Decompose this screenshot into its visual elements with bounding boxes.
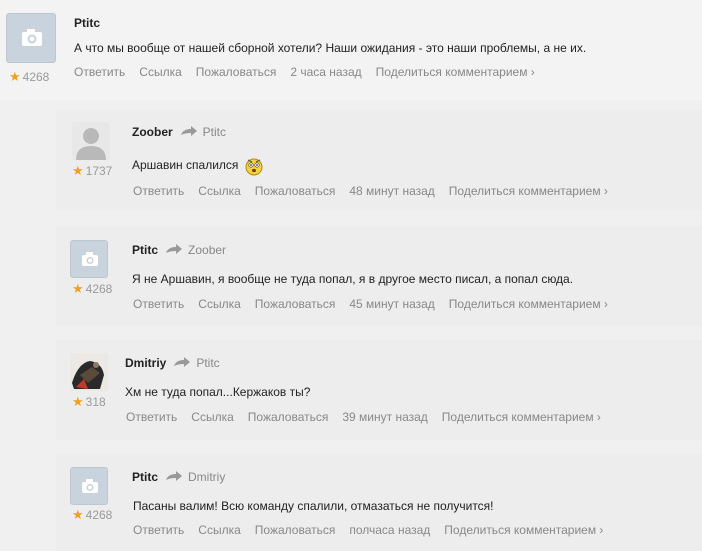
comment-text: Хм не туда попал...Кержаков ты? — [125, 385, 311, 399]
star-icon: ★ — [72, 163, 84, 178]
author-name[interactable]: Dmitriy — [125, 356, 166, 370]
author-line: Ptitc Dmitriy — [132, 470, 225, 484]
reply-link[interactable]: Ответить — [126, 410, 177, 424]
reply-link[interactable]: Ответить — [74, 65, 125, 79]
report-link[interactable]: Пожаловаться — [255, 297, 336, 311]
comment-actions: Ответить Ссылка Пожаловаться 39 минут назад… — [126, 410, 615, 424]
camera-icon — [82, 252, 98, 266]
permalink-link[interactable]: Ссылка — [198, 297, 240, 311]
timestamp: 39 минут назад — [342, 410, 428, 424]
author-name[interactable]: Ptitc — [132, 243, 158, 257]
comment: ★ 1737 Zoober Ptitc Аршавин спалился Ответ… — [56, 110, 702, 210]
comment-actions: Ответить Ссылка Пожаловаться полчаса назад П… — [133, 523, 617, 537]
comment-actions: Ответить Ссылка Пожаловаться 2 часа назад По… — [74, 65, 549, 79]
reply-link[interactable]: Ответить — [133, 523, 184, 537]
avatar[interactable] — [70, 240, 108, 278]
smiley-icon — [245, 158, 263, 176]
avatar[interactable] — [6, 13, 56, 63]
avatar[interactable] — [70, 467, 108, 505]
comment-text: А что мы вообще от нашей сборной хотели?… — [74, 41, 587, 55]
reply-to-name[interactable]: Ptitc — [196, 356, 219, 370]
author-name[interactable]: Ptitc — [74, 16, 100, 30]
share-link[interactable]: Поделиться комментарием › — [449, 184, 608, 198]
share-link[interactable]: Поделиться комментарием › — [449, 297, 608, 311]
share-link[interactable]: Поделиться комментарием › — [376, 65, 535, 79]
reply-link[interactable]: Ответить — [133, 184, 184, 198]
author-line: Zoober Ptitc — [132, 125, 226, 139]
share-link[interactable]: Поделиться комментарием › — [444, 523, 603, 537]
timestamp: полчаса назад — [349, 523, 431, 537]
user-photo-image — [70, 353, 108, 391]
comment-actions: Ответить Ссылка Пожаловаться 48 минут назад… — [133, 184, 622, 198]
comment: ★ 4268 Ptitc Zoober Я не Аршавин, я вообще… — [56, 226, 702, 326]
permalink-link[interactable]: Ссылка — [139, 65, 181, 79]
reply-to-name[interactable]: Dmitriy — [188, 470, 225, 484]
comment: ★ 4268 Ptitc Dmitriy Пасаны валим! Всю ком… — [56, 454, 702, 551]
report-link[interactable]: Пожаловаться — [255, 184, 336, 198]
camera-icon — [22, 29, 42, 46]
timestamp: 2 часа назад — [290, 65, 362, 79]
rating: ★ 1737 — [72, 163, 113, 178]
comment-text: Аршавин спалился — [132, 156, 264, 176]
star-icon: ★ — [72, 281, 84, 296]
comment-text: Я не Аршавин, я вообще не туда попал, я … — [132, 272, 574, 286]
reply-arrow-icon — [166, 471, 183, 481]
comment: ★ 4268 Ptitc А что мы вообще от нашей сбо… — [0, 0, 702, 100]
author-line: Dmitriy Ptitc — [125, 356, 220, 370]
reply-arrow-icon — [174, 357, 191, 367]
report-link[interactable]: Пожаловаться — [248, 410, 329, 424]
comment-text: Пасаны валим! Всю команду спалили, отмаз… — [133, 499, 494, 513]
star-icon: ★ — [72, 507, 84, 522]
permalink-link[interactable]: Ссылка — [191, 410, 233, 424]
star-icon: ★ — [72, 394, 84, 409]
star-icon: ★ — [9, 69, 21, 84]
comment-actions: Ответить Ссылка Пожаловаться 45 минут назад… — [133, 297, 622, 311]
author-line: Ptitc Zoober — [132, 243, 226, 257]
timestamp: 48 минут назад — [349, 184, 435, 198]
person-silhouette-icon — [72, 122, 110, 160]
rating: ★ 4268 — [72, 281, 113, 296]
report-link[interactable]: Пожаловаться — [196, 65, 277, 79]
reply-to-name[interactable]: Ptitc — [203, 125, 226, 139]
reply-arrow-icon — [166, 244, 183, 254]
timestamp: 45 минут назад — [349, 297, 435, 311]
comment: ★ 318 Dmitriy Ptitc Хм не туда попал...Кер… — [56, 340, 702, 440]
reply-arrow-icon — [180, 126, 197, 136]
rating: ★ 318 — [72, 394, 106, 409]
rating: ★ 4268 — [72, 507, 113, 522]
permalink-link[interactable]: Ссылка — [198, 523, 240, 537]
avatar[interactable] — [72, 122, 110, 160]
author-name[interactable]: Zoober — [132, 125, 173, 139]
camera-icon — [82, 479, 98, 493]
permalink-link[interactable]: Ссылка — [198, 184, 240, 198]
report-link[interactable]: Пожаловаться — [255, 523, 336, 537]
reply-to-name[interactable]: Zoober — [188, 243, 226, 257]
author-name[interactable]: Ptitc — [132, 470, 158, 484]
reply-link[interactable]: Ответить — [133, 297, 184, 311]
share-link[interactable]: Поделиться комментарием › — [442, 410, 601, 424]
rating: ★ 4268 — [9, 69, 50, 84]
avatar[interactable] — [70, 353, 108, 391]
